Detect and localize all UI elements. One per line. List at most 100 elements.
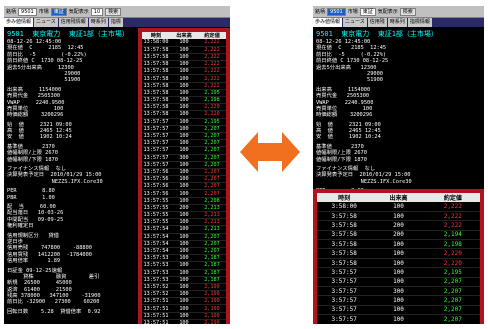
tick-price: 2,207 xyxy=(198,146,226,155)
tick-price: 2,208 xyxy=(198,197,226,205)
tab-4[interactable]: 指標 xyxy=(108,18,123,27)
tick-volume: 300 xyxy=(170,154,198,162)
tick-volume: 100 xyxy=(170,46,198,54)
tick-price: 2,222 xyxy=(198,74,226,83)
tick-volume: 100 xyxy=(170,247,198,256)
tick-volume: 100 xyxy=(371,295,426,306)
tick-volume: 200 xyxy=(371,230,426,241)
tick-time: 13:57:52 xyxy=(142,283,170,292)
tick-price: 2,207 xyxy=(198,182,226,191)
tick-price: 2,207 xyxy=(425,277,480,288)
tick-header-cell: 出来高 xyxy=(170,32,198,39)
tick-time: 13:57:56 xyxy=(142,168,170,177)
tick-time: 13:57:56 xyxy=(142,189,170,198)
tab-0[interactable]: 歩み値情報 xyxy=(313,18,343,27)
tick-row: 13:57:58 100 2,222 xyxy=(142,82,226,90)
tick-time: 13:57:58 xyxy=(142,60,170,69)
right-window: 銘柄 9501 市場 東証 気配表示 検索 歩み値情報 ニュース 信用残 時系列 指標情… xyxy=(313,6,484,324)
tick-price: 2,207 xyxy=(198,189,226,198)
tick-time: 13:57:55 xyxy=(142,211,170,220)
tick-row: 13:57:57 100 2,207 xyxy=(142,161,226,169)
tick-time: 3:57:58 xyxy=(317,248,372,259)
tab-2[interactable]: 信用残情報 xyxy=(58,18,88,27)
tick-row: 3:57:58 100 2,222 xyxy=(317,211,480,222)
tick-price: 2,220 xyxy=(198,110,226,119)
tick-row: 13:57:51 100 2,190 xyxy=(142,312,226,320)
tick-volume: 100 xyxy=(170,218,198,227)
tick-time: 3:57:57 xyxy=(317,267,372,278)
tick-time: 13:57:57 xyxy=(142,118,170,126)
tick-row: 13:57:56 100 2,207 xyxy=(142,182,226,191)
tick-volume: 100 xyxy=(170,82,198,90)
tick-header-row: 時刻 出来高 約定値 xyxy=(317,193,480,202)
code-input[interactable]: 9501 xyxy=(327,7,346,16)
tick-time: 13:57:51 xyxy=(142,297,170,306)
tick-row: 13:57:57 100 2,207 xyxy=(142,132,226,141)
tick-row: 13:57:56 100 2,207 xyxy=(142,168,226,177)
tab-1[interactable]: ニュース xyxy=(34,18,58,27)
tick-volume: 100 xyxy=(170,67,198,76)
tick-row: 3:57:58 200 2,222 xyxy=(317,220,480,231)
tick-time: 13:57:52 xyxy=(142,290,170,299)
tick-row: 13:57:53 100 2,187 xyxy=(142,276,226,284)
tick-volume: 100 xyxy=(170,146,198,155)
tick-price: 2,187 xyxy=(198,276,226,284)
double-arrow-icon xyxy=(240,132,300,172)
tick-volume: 100 xyxy=(170,276,198,284)
tick-price: 2,207 xyxy=(198,132,226,141)
tab-1[interactable]: ニュース xyxy=(343,18,367,27)
tick-row: 13:57:58 100 2,222 xyxy=(142,74,226,83)
tick-volume: 300 xyxy=(371,286,426,297)
tick-time: 13:57:51 xyxy=(142,304,170,313)
tick-time: 13:58:00 xyxy=(142,39,170,47)
tick-time: 13:57:58 xyxy=(142,67,170,76)
tick-volume: 100 xyxy=(371,277,426,288)
tick-price: 2,207 xyxy=(198,247,226,256)
tick-row: 13:57:57 100 2,207 xyxy=(142,146,226,155)
tick-time: 13:57:57 xyxy=(142,154,170,162)
market-select[interactable]: 東証 xyxy=(359,7,376,16)
tick-time: 13:57:54 xyxy=(142,233,170,241)
tab-3[interactable]: 時系列 xyxy=(88,18,108,27)
tick-row: 13:57:53 100 2,187 xyxy=(142,261,226,270)
tick-volume: 200 xyxy=(371,220,426,231)
tick-row: 3:57:57 100 2,207 xyxy=(317,295,480,306)
tab-3[interactable]: 時系列 xyxy=(387,18,407,27)
tick-price: 2,190 xyxy=(198,312,226,320)
tab-4[interactable]: 指標情報 xyxy=(407,18,432,27)
tick-price: 2,207 xyxy=(198,168,226,177)
tick-price: 2,222 xyxy=(198,53,226,62)
tick-row: 13:57:58 100 2,222 xyxy=(142,53,226,62)
tick-time: 3:57:57 xyxy=(317,305,372,316)
tab-2[interactable]: 信用残 xyxy=(367,18,387,27)
tick-row: 13:57:52 100 2,190 xyxy=(142,283,226,292)
stock-title: 9501 東京電力 東証1部（主市場） xyxy=(316,30,438,38)
tick-time: 13:57:53 xyxy=(142,276,170,284)
tick-volume: 100 xyxy=(371,202,426,212)
tick-volume: 100 xyxy=(170,110,198,119)
tick-price: 2,222 xyxy=(198,39,226,47)
tick-time: 3:57:58 xyxy=(317,211,372,222)
tick-volume: 100 xyxy=(170,103,198,112)
tab-0[interactable]: 歩み値情報 xyxy=(4,18,34,27)
tick-volume: 100 xyxy=(170,312,198,320)
tick-price: 2,190 xyxy=(198,297,226,306)
tick-time: 13:57:53 xyxy=(142,254,170,263)
tick-volume: 100 xyxy=(170,240,198,248)
tick-volume: 100 xyxy=(170,290,198,299)
exchange-select[interactable]: 10 xyxy=(90,7,104,16)
tick-price: 2,187 xyxy=(198,261,226,270)
tick-time: 13:57:58 xyxy=(142,74,170,83)
tick-row: 13:57:51 100 2,190 xyxy=(142,297,226,306)
tick-volume: 100 xyxy=(170,96,198,105)
tick-volume: 100 xyxy=(170,161,198,169)
tick-price: 2,195 xyxy=(198,118,226,126)
market-select[interactable]: 東証 xyxy=(50,7,67,16)
search-button[interactable]: 検索 xyxy=(105,7,122,16)
tick-row: 13:57:58 100 2,198 xyxy=(142,96,226,105)
code-input[interactable]: 9501 xyxy=(18,7,37,16)
tick-price: 2,190 xyxy=(198,283,226,292)
search-button[interactable]: 検索 xyxy=(399,7,416,16)
left-info-panel: 9501 東京電力 東証1部（主市場） 08-12-26 12:45:00 現在値 … xyxy=(4,28,138,324)
exchange-label: 気配表示 xyxy=(377,9,398,15)
